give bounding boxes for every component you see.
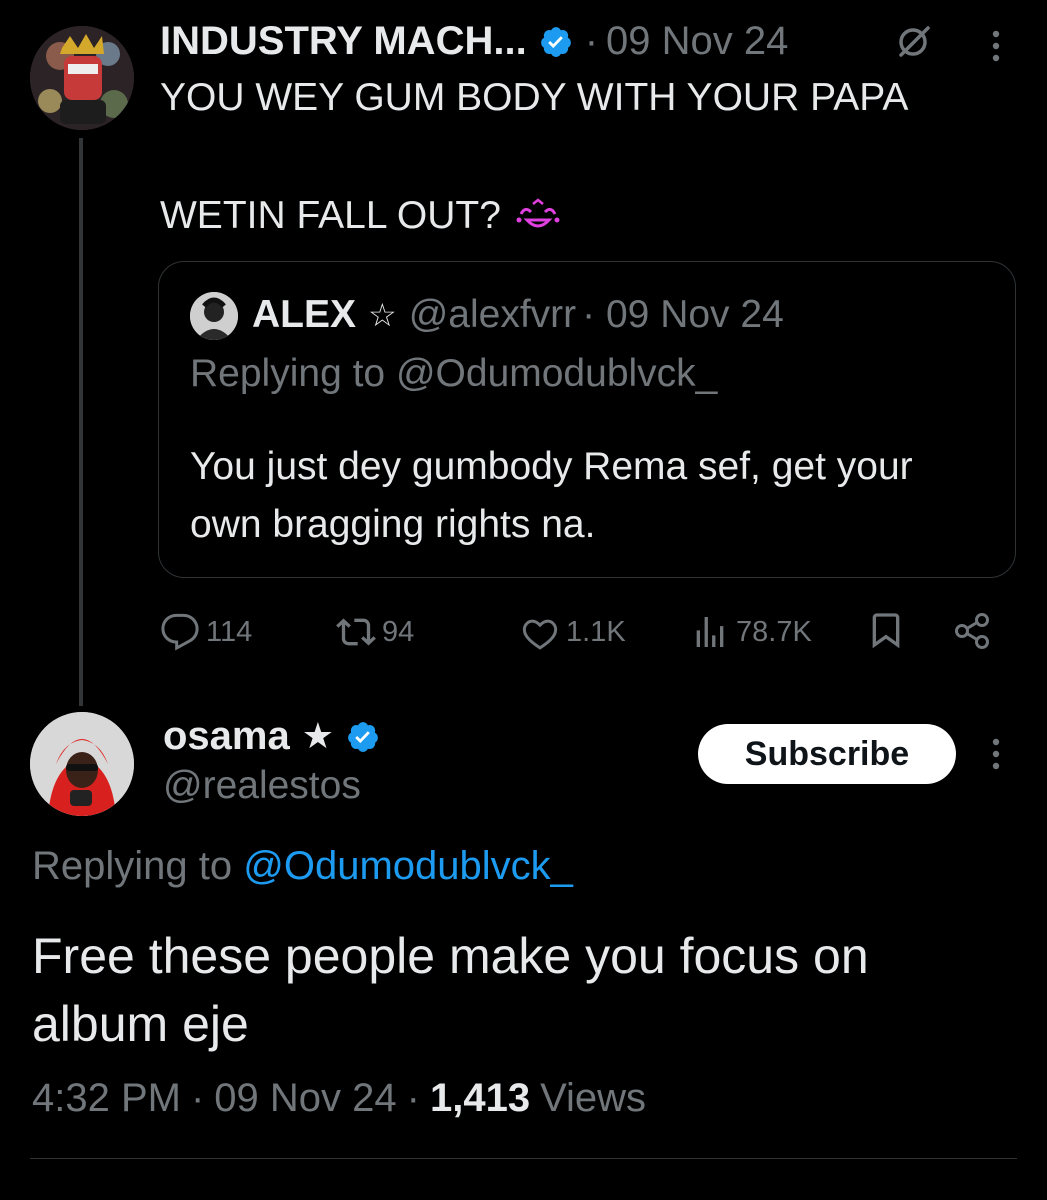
like-count: 1.1K bbox=[566, 615, 626, 648]
main-author-name[interactable]: osama bbox=[163, 714, 290, 759]
views-label: Views bbox=[540, 1076, 647, 1120]
main-author-line: osama ★ bbox=[163, 708, 380, 764]
meta-separator-2: · bbox=[406, 1076, 420, 1120]
views-count: 78.7K bbox=[736, 615, 812, 648]
crying-cat-emoji-icon bbox=[515, 198, 561, 234]
main-author-handle[interactable]: @realestos bbox=[163, 764, 361, 808]
thread-connector-line bbox=[79, 138, 83, 706]
repost-count: 94 bbox=[382, 615, 415, 648]
parent-author-name[interactable]: INDUSTRY MACH... bbox=[160, 19, 527, 64]
replying-to-prefix: Replying to bbox=[32, 844, 233, 888]
main-author-star: ★ bbox=[301, 715, 335, 756]
parent-tweet-text-line2: WETIN FALL OUT? bbox=[160, 194, 501, 237]
quoted-author-name: ALEX bbox=[252, 293, 357, 336]
quoted-tweet-text: You just dey gumbody Rema sef, get your … bbox=[190, 445, 913, 546]
main-more-icon[interactable] bbox=[988, 736, 1004, 772]
parent-more-icon[interactable] bbox=[988, 28, 1004, 64]
repost-icon bbox=[336, 612, 376, 652]
quoted-tweet-date: · 09 Nov 24 bbox=[582, 293, 784, 336]
reply-icon bbox=[160, 612, 200, 652]
parent-tweet-text-line2-wrap: WETIN FALL OUT? bbox=[160, 194, 561, 238]
quoted-replying-to: Replying to @Odumodublvck_ bbox=[190, 352, 718, 395]
bookmark-icon[interactable] bbox=[866, 610, 906, 650]
replying-to-handle[interactable]: @Odumodublvck_ bbox=[243, 844, 573, 888]
like-action[interactable]: 1.1K bbox=[520, 612, 626, 652]
views-action[interactable]: 78.7K bbox=[690, 612, 812, 652]
subscribe-button[interactable]: Subscribe bbox=[698, 724, 956, 784]
main-author-avatar[interactable] bbox=[30, 712, 134, 816]
tweet-time[interactable]: 4:32 PM bbox=[32, 1076, 181, 1121]
main-replying-to: Replying to @Odumodublvck_ bbox=[32, 844, 573, 889]
bottom-divider bbox=[30, 1158, 1017, 1159]
meta-separator-1: · bbox=[190, 1076, 205, 1120]
share-icon[interactable] bbox=[952, 610, 994, 652]
tweet-date[interactable]: 09 Nov 24 bbox=[214, 1076, 396, 1121]
quoted-author-star: ☆ bbox=[368, 297, 397, 333]
views-count-main: 1,413 bbox=[429, 1076, 531, 1120]
parent-author-avatar[interactable] bbox=[30, 26, 134, 130]
parent-tweet-text-line1: YOU WEY GUM BODY WITH YOUR PAPA bbox=[160, 76, 909, 119]
like-icon bbox=[520, 612, 560, 652]
reply-count: 114 bbox=[206, 615, 253, 648]
quoted-author-avatar bbox=[190, 292, 238, 340]
quoted-tweet-header: ALEX ☆ @alexfvrr · 09 Nov 24 bbox=[252, 290, 784, 340]
parent-tweet-date[interactable]: 09 Nov 24 bbox=[606, 19, 788, 64]
grok-icon[interactable] bbox=[894, 22, 934, 62]
reply-action[interactable]: 114 bbox=[160, 612, 252, 652]
parent-date-separator: · bbox=[584, 18, 599, 63]
parent-tweet-header: INDUSTRY MACH... · 09 Nov 24 bbox=[160, 16, 788, 66]
views-icon bbox=[690, 612, 730, 652]
main-tweet-meta: 4:32 PM · 09 Nov 24 · 1,413 Views bbox=[32, 1076, 646, 1121]
main-verified-badge-icon bbox=[346, 719, 380, 753]
quoted-author-handle: @alexfvrr bbox=[408, 293, 577, 336]
repost-action[interactable]: 94 bbox=[336, 612, 414, 652]
verified-badge-icon bbox=[539, 24, 573, 58]
main-tweet-text: Free these people make you focus on albu… bbox=[32, 928, 869, 1052]
